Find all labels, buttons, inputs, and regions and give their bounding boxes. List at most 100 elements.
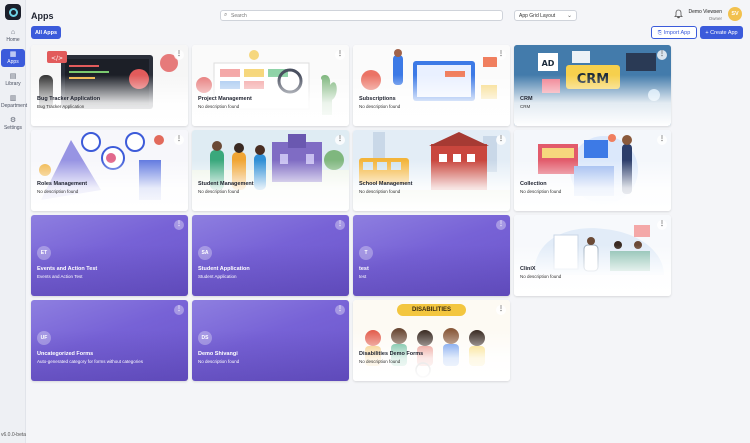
card-description: No description found <box>359 189 401 194</box>
sidebar-item-label: Department <box>1 103 28 109</box>
card-description: No description found <box>198 104 240 109</box>
sidebar-item-label: Library <box>5 81 21 87</box>
app-card[interactable]: UF Uncategorized Forms Auto-generated ca… <box>31 300 188 381</box>
card-title: Events and Action Test <box>37 266 98 272</box>
app-card[interactable]: School Management No description found ⋮ <box>353 130 510 211</box>
app-card[interactable]: DISABILITIES Disabilities Demo Forms No … <box>353 300 510 381</box>
user-role: Owner <box>708 16 722 21</box>
app-logo[interactable] <box>5 4 21 20</box>
app-card[interactable]: Collection No description found ⋮ <box>514 130 671 211</box>
card-description: Events and Action Test <box>37 274 83 279</box>
import-app-label: Import App <box>663 29 691 36</box>
card-description: No description found <box>520 189 562 194</box>
layout-select-value: App Grid Layout <box>519 13 556 19</box>
sidebar-item-home[interactable]: ⌂ Home <box>1 27 25 45</box>
department-icon: ▥ <box>9 95 17 102</box>
card-title: Collection <box>520 181 547 187</box>
app-card[interactable]: Project Management No description found … <box>192 45 349 126</box>
card-description: No description found <box>520 274 562 279</box>
card-menu-icon[interactable]: ⋮ <box>335 135 345 145</box>
svg-text:AD: AD <box>542 59 555 68</box>
disabilities-banner: DISABILITIES <box>397 304 466 316</box>
search-bar[interactable]: ⌕ <box>220 10 503 21</box>
sidebar-item-library[interactable]: ▤ Library <box>1 71 25 89</box>
app-card[interactable]: CRM AD CRM CRM ⋮ <box>514 45 671 126</box>
app-card[interactable]: </> Bug Tracker Application Bug Tracker … <box>31 45 188 126</box>
search-input[interactable] <box>231 11 501 20</box>
sidebar-item-label: Home <box>6 37 20 43</box>
card-description: No description found <box>359 359 401 364</box>
version-label: v6.0.0-beta <box>1 432 27 438</box>
gear-icon: ⚙ <box>9 117 17 124</box>
avatar[interactable]: SV <box>728 7 742 21</box>
card-menu-icon[interactable]: ⋮ <box>496 305 506 315</box>
card-menu-icon[interactable]: ⋮ <box>496 135 506 145</box>
card-description: test <box>359 274 367 279</box>
sidebar-item-settings[interactable]: ⚙ Settings <box>1 115 25 133</box>
card-fade <box>353 245 510 296</box>
app-card[interactable]: SA Student Application Student Applicati… <box>192 215 349 296</box>
app-card[interactable]: Roles Management No description found ⋮ <box>31 130 188 211</box>
card-menu-icon[interactable]: ⋮ <box>335 305 345 315</box>
card-menu-icon[interactable]: ⋮ <box>174 50 184 60</box>
create-app-button[interactable]: + Create App <box>700 26 743 39</box>
app-card[interactable]: Student Management No description found … <box>192 130 349 211</box>
card-initials-badge: SA <box>198 246 212 260</box>
app-card[interactable]: ET Events and Action Test Events and Act… <box>31 215 188 296</box>
search-icon: ⌕ <box>224 12 228 18</box>
svg-text:</>: </> <box>51 55 63 62</box>
card-title: Roles Management <box>37 181 88 187</box>
app-card[interactable]: DS Demo Shivangi No description found ⋮ <box>192 300 349 381</box>
user-name: Demo Viewsen <box>688 9 722 15</box>
app-card[interactable]: T test test ⋮ <box>353 215 510 296</box>
card-description: No description found <box>198 189 240 194</box>
card-menu-icon[interactable]: ⋮ <box>174 220 184 230</box>
card-title: Disabilities Demo Forms <box>359 351 424 357</box>
card-description: No description found <box>198 359 240 364</box>
card-fade <box>514 75 671 126</box>
card-description: Student Application <box>198 274 237 279</box>
bell-icon[interactable] <box>674 9 684 19</box>
card-title: CRM <box>520 96 533 102</box>
app-card[interactable]: Subscriptions No description found ⋮ <box>353 45 510 126</box>
sidebar-item-label: Settings <box>3 125 23 131</box>
card-menu-icon[interactable]: ⋮ <box>657 135 667 145</box>
app-card[interactable]: CliniX No description found ⋮ <box>514 215 671 296</box>
card-title: Project Management <box>198 96 252 102</box>
card-menu-icon[interactable]: ⋮ <box>657 220 667 230</box>
card-menu-icon[interactable]: ⋮ <box>174 305 184 315</box>
app-grid: </> Bug Tracker Application Bug Tracker … <box>31 45 671 385</box>
card-title: test <box>359 266 369 272</box>
card-menu-icon[interactable]: ⋮ <box>335 220 345 230</box>
card-fade <box>514 245 671 296</box>
card-menu-icon[interactable]: ⋮ <box>657 50 667 60</box>
import-icon: ⎘ <box>657 29 662 36</box>
page-title: Apps <box>31 11 54 21</box>
home-icon: ⌂ <box>10 29 16 36</box>
card-title: Demo Shivangi <box>198 351 238 357</box>
chevron-down-icon: ⌄ <box>566 13 572 19</box>
sidebar-item-label: Apps <box>7 59 19 65</box>
all-apps-button[interactable]: All Apps <box>31 26 61 39</box>
card-menu-icon[interactable]: ⋮ <box>496 50 506 60</box>
card-title: Student Application <box>198 266 250 272</box>
card-title: School Management <box>359 181 413 187</box>
apps-grid-icon: ▦ <box>9 51 17 58</box>
import-app-button[interactable]: ⎘ Import App <box>651 26 697 39</box>
card-initials-badge: UF <box>37 331 51 345</box>
sidebar-item-apps[interactable]: ▦ Apps <box>1 49 25 67</box>
card-description: No description found <box>37 189 79 194</box>
card-initials-badge: T <box>359 246 373 260</box>
card-description: No description found <box>359 104 401 109</box>
sidebar-item-department[interactable]: ▥ Department <box>1 93 28 111</box>
card-title: Subscriptions <box>359 96 396 102</box>
layout-select[interactable]: App Grid Layout ⌄ <box>514 10 577 21</box>
card-menu-icon[interactable]: ⋮ <box>174 135 184 145</box>
card-title: Bug Tracker Application <box>37 96 101 102</box>
card-initials-badge: DS <box>198 331 212 345</box>
card-menu-icon[interactable]: ⋮ <box>335 50 345 60</box>
library-icon: ▤ <box>9 73 17 80</box>
card-menu-icon[interactable]: ⋮ <box>496 220 506 230</box>
card-description: Auto-generated category for forms withou… <box>37 359 144 364</box>
card-title: CliniX <box>520 266 536 272</box>
